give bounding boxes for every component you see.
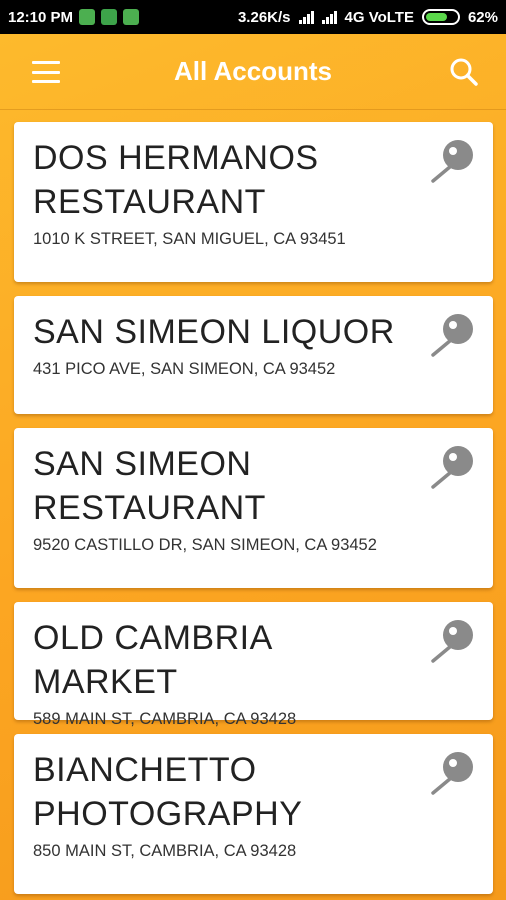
account-card[interactable]: BIANCHETTO PHOTOGRAPHY 850 MAIN ST, CAMBR… [14,734,493,894]
map-pin-icon[interactable] [429,442,477,490]
signal-icon [298,10,314,24]
account-address: 589 MAIN ST, CAMBRIA, CA 93428 [33,710,297,728]
battery-icon [421,9,460,25]
status-time: 12:10 PM [8,8,74,26]
account-card[interactable]: DOS HERMANOS RESTAURANT 1010 K STREET, SA… [14,122,493,282]
account-card[interactable]: OLD CAMBRIA MARKET 589 MAIN ST, CAMBRIA, … [14,602,493,728]
map-pin-icon[interactable] [429,748,477,796]
network-type: 4G VoLTE [344,8,414,26]
account-name: DOS HERMANOS RESTAURANT [33,139,319,221]
map-pin-icon[interactable] [429,616,477,664]
page-title: All Accounts [174,56,332,86]
account-address: 431 PICO AVE, SAN SIMEON, CA 93452 [33,360,336,378]
app-notification-icon [123,9,140,25]
account-name: SAN SIMEON RESTAURANT [33,445,266,527]
signal-icon-2 [321,10,337,24]
account-name: BIANCHETTO PHOTOGRAPHY [33,751,303,833]
account-card[interactable]: SAN SIMEON LIQUOR 431 PICO AVE, SAN SIMEO… [14,296,493,414]
account-list: DOS HERMANOS RESTAURANT 1010 K STREET, SA… [14,122,493,894]
hamburger-menu-icon[interactable] [32,61,60,83]
map-pin-icon[interactable] [429,310,477,358]
account-name: SAN SIMEON LIQUOR [33,313,395,351]
notification-icon [79,9,96,25]
app-bar: All Accounts [0,34,506,110]
map-pin-icon[interactable] [429,136,477,184]
account-address: 850 MAIN ST, CAMBRIA, CA 93428 [33,842,297,860]
network-speed: 3.26K/s [237,8,291,26]
chat-notification-icon [101,9,118,25]
account-address: 1010 K STREET, SAN MIGUEL, CA 93451 [33,230,346,248]
status-bar: 12:10 PM 3.26K/s 4G VoLTE 62% [0,0,506,34]
account-address: 9520 CASTILLO DR, SAN SIMEON, CA 93452 [33,536,377,554]
account-name: OLD CAMBRIA MARKET [33,619,271,701]
battery-percent: 62% [467,8,498,26]
search-icon[interactable] [446,54,482,90]
account-card[interactable]: SAN SIMEON RESTAURANT 9520 CASTILLO DR, S… [14,428,493,588]
